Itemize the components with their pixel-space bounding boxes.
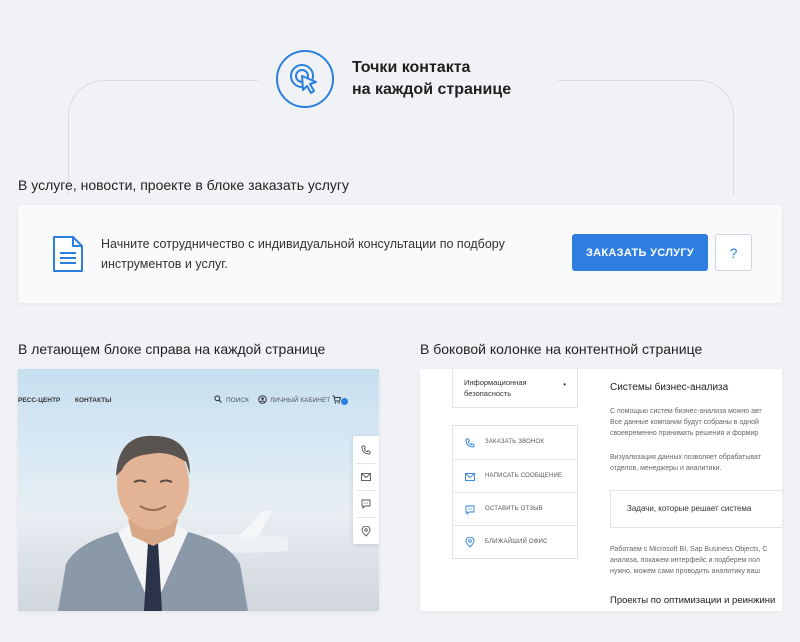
tasks-accordion[interactable]: Задачи, которые решает система [610, 490, 782, 528]
chat-icon[interactable] [360, 498, 372, 510]
paragraph-line: анализа, покажем интерфейс и подберем по… [610, 557, 760, 564]
paragraph-line: своевременно принимать решения и формир [610, 430, 759, 437]
help-button[interactable]: ? [715, 234, 752, 271]
sidebar-item-infosec[interactable]: Информационная безопасность • [452, 369, 578, 408]
contact-item-label: НАПИСАТЬ СООБЩЕНИЕ [485, 473, 563, 479]
sidebar-item-infosec-line1: Информационная [464, 378, 527, 387]
search-icon[interactable] [214, 395, 222, 405]
nav-account[interactable]: ЛИЧНЫЙ КАБИНЕТ [270, 397, 330, 404]
floating-block-screenshot: РЕСС-ЦЕНТР КОНТАКТЫ ПОИСК ЛИЧНЫЙ КАБИНЕТ [18, 369, 379, 611]
nav-contacts[interactable]: КОНТАКТЫ [75, 397, 111, 404]
nav-press-center[interactable]: РЕСС-ЦЕНТР [18, 397, 60, 404]
contact-item-office[interactable]: БЛИЖАЙШИЙ ОФИС [453, 525, 577, 558]
content-subtitle: Проекты по оптимизации и реинжини [610, 595, 776, 606]
order-service-panel: Начните сотрудничество с индивидуальной … [18, 205, 782, 303]
page-title: Точки контакта на каждой странице [352, 57, 511, 101]
cursor-click-icon [276, 50, 334, 108]
paragraph-line: нужно, можем сами проводить аналитику ва… [610, 568, 761, 575]
content-paragraph-1: С помощью систем бизнес-анализа можно ав… [610, 406, 762, 439]
document-icon [52, 235, 84, 278]
user-icon[interactable] [258, 395, 267, 406]
phone-icon [464, 437, 475, 448]
paragraph-line: Работаем с Microsoft BI, Sap Business Ob… [610, 546, 768, 553]
panel-description-line2: инструментов и услуг. [101, 257, 228, 271]
bullet-icon: • [563, 380, 566, 389]
content-paragraph-3: Работаем с Microsoft BI, Sap Business Ob… [610, 544, 767, 577]
location-pin-icon[interactable] [360, 525, 372, 537]
paragraph-line: Все данные компании будут собраны в одно… [610, 419, 759, 426]
mail-icon[interactable] [360, 471, 372, 483]
chat-icon [464, 504, 475, 515]
cart-icon[interactable] [332, 395, 342, 406]
nav-search[interactable]: ПОИСК [226, 397, 249, 404]
cart-badge [341, 398, 348, 405]
contact-item-call[interactable]: ЗАКАЗАТЬ ЗВОНОК [453, 426, 577, 459]
paragraph-line: Визуализация данных позволяет обрабатыва… [610, 454, 761, 461]
panel-description: Начните сотрудничество с индивидуальной … [101, 234, 541, 274]
divider [356, 517, 376, 518]
contact-item-label: БЛИЖАЙШИЙ ОФИС [485, 539, 548, 545]
contact-item-label: ОСТАВИТЬ ОТЗЫВ [485, 506, 543, 512]
phone-icon[interactable] [360, 444, 372, 456]
contact-item-review[interactable]: ОСТАВИТЬ ОТЗЫВ [453, 492, 577, 525]
businessman-photo [58, 435, 248, 611]
sidebar-screenshot: Информационная безопасность • ЗАКАЗАТЬ З… [420, 369, 782, 611]
divider [356, 490, 376, 491]
content-paragraph-2: Визуализация данных позволяет обрабатыва… [610, 452, 761, 474]
site-nav: РЕСС-ЦЕНТР КОНТАКТЫ ПОИСК ЛИЧНЫЙ КАБИНЕТ [18, 394, 379, 410]
divider [356, 463, 376, 464]
paragraph-line: С помощью систем бизнес-анализа можно ав… [610, 408, 762, 415]
panel-description-line1: Начните сотрудничество с индивидуальной … [101, 237, 505, 251]
sidebar-item-infosec-line2: безопасность [464, 389, 512, 398]
contact-item-label: ЗАКАЗАТЬ ЗВОНОК [485, 439, 545, 445]
content-title: Системы бизнес-анализа [610, 382, 729, 393]
location-pin-icon [464, 537, 475, 548]
page-title-line1: Точки контакта [352, 59, 471, 76]
paragraph-line: отделов, менеджеры и аналитики. [610, 465, 722, 472]
section3-label: В боковой колонке на контентной странице [420, 341, 703, 357]
floating-contact-bar [353, 436, 379, 544]
order-service-button[interactable]: ЗАКАЗАТЬ УСЛУГУ [572, 234, 708, 271]
section1-label: В услуге, новости, проекте в блоке заказ… [18, 177, 350, 193]
mail-icon [464, 471, 475, 482]
page-title-line2: на каждой странице [352, 81, 512, 98]
contact-list: ЗАКАЗАТЬ ЗВОНОК НАПИСАТЬ СООБЩЕНИЕ ОСТАВ… [452, 425, 578, 559]
section2-label: В летающем блоке справа на каждой страни… [18, 341, 326, 357]
contact-item-message[interactable]: НАПИСАТЬ СООБЩЕНИЕ [453, 459, 577, 492]
